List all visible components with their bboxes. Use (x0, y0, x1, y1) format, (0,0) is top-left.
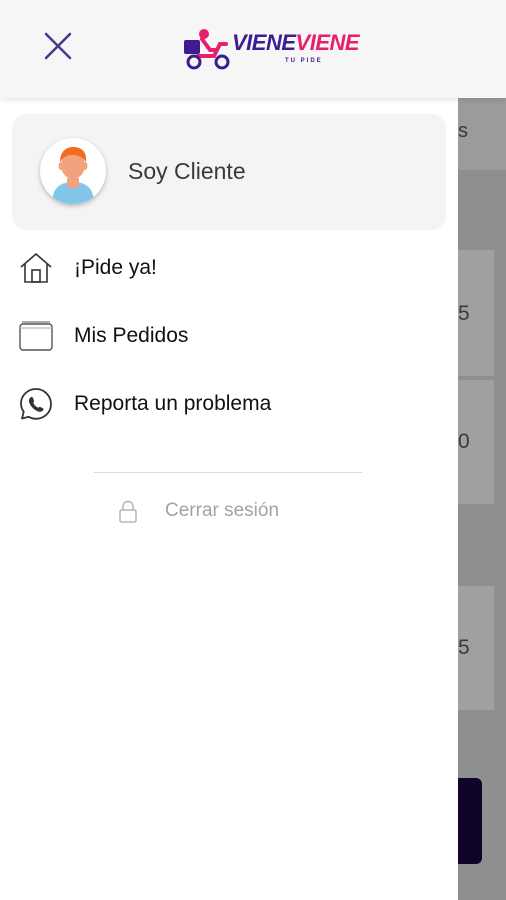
lock-icon (119, 500, 137, 523)
background-card: 5 (458, 586, 494, 710)
navigation-drawer: Soy Cliente ¡Pide ya! Mis Pedidos Report… (0, 98, 458, 900)
profile-name: Soy Cliente (128, 158, 246, 184)
logout-label: Cerrar sesión (165, 500, 280, 521)
background-tab-text: s (458, 120, 468, 142)
profile-card[interactable]: Soy Cliente (12, 114, 446, 230)
brand-wordmark: VIENEVIENE (232, 30, 360, 55)
background-card-text: 5 (458, 302, 470, 325)
brand-tagline: TU PIDE (285, 58, 323, 64)
orders-icon (19, 321, 53, 351)
background-card: 5 (458, 250, 494, 376)
user-avatar-icon (40, 138, 106, 204)
menu-item-pide-ya[interactable]: ¡Pide ya! (0, 236, 458, 296)
background-card: 0 (458, 380, 494, 504)
menu-item-label: ¡Pide ya! (74, 256, 157, 279)
whatsapp-icon (20, 388, 52, 420)
menu-item-label: Reporta un problema (74, 392, 272, 415)
brand-logo: VIENEVIENE TU PIDE (180, 26, 402, 72)
top-app-bar: VIENEVIENE TU PIDE (0, 0, 506, 98)
home-icon (20, 253, 52, 283)
background-card-text: 5 (458, 636, 470, 659)
menu-item-label: Mis Pedidos (74, 324, 189, 347)
logout-button[interactable]: Cerrar sesión (110, 492, 330, 532)
menu-item-mis-pedidos[interactable]: Mis Pedidos (0, 304, 458, 364)
delivery-scooter-icon (184, 29, 230, 70)
menu-item-reporta-problema[interactable]: Reporta un problema (0, 372, 458, 432)
background-card-text: 0 (458, 430, 470, 453)
menu-divider (94, 472, 362, 473)
background-tab-bar: s (458, 98, 506, 170)
background-action-button (458, 778, 482, 864)
close-icon[interactable] (40, 28, 76, 64)
app-screen: s 5 0 5 VIENEVIENE TU PIDE Soy Cliente ¡… (0, 0, 506, 900)
